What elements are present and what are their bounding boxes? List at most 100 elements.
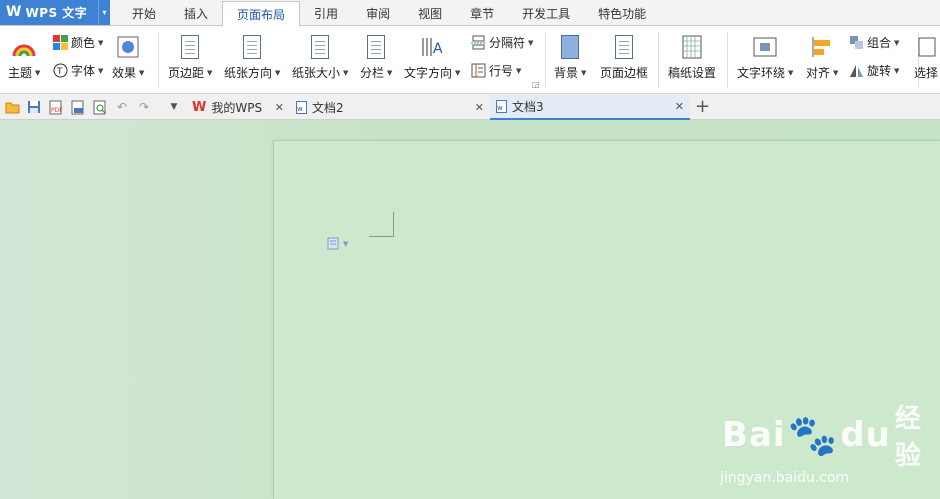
color-label: 颜色 (71, 36, 96, 50)
doc-tab-label: 我的WPS (211, 101, 263, 115)
align-icon (809, 32, 835, 62)
menu-bar: W WPS 文字 ▾ 开始 插入 页面布局 引用 审阅 视图 章节 开发工具 特… (0, 0, 940, 26)
group-button[interactable]: 组合 ▼ (848, 34, 899, 51)
app-menu-dropdown-icon[interactable]: ▾ (98, 0, 110, 25)
save-icon[interactable] (26, 99, 42, 115)
text-direction-button[interactable]: A 文字方向 ▼ (404, 32, 460, 81)
chevron-down-icon: ▼ (894, 66, 900, 75)
tab-view[interactable]: 视图 (404, 1, 456, 25)
chevron-down-icon: ▼ (833, 68, 839, 77)
group-label: 组合 (867, 36, 892, 50)
manuscript-grid-icon (679, 32, 705, 62)
effect-label: 效果 (112, 66, 137, 80)
breaks-button[interactable]: 分隔符 ▼ (470, 34, 533, 51)
page-setup-dialog-launcher-icon[interactable]: ◲ (532, 80, 540, 89)
rotate-button[interactable]: 旋转 ▼ (848, 62, 899, 79)
page-margin-label: 页边距 (168, 66, 205, 80)
print-preview-icon[interactable] (92, 99, 108, 115)
tab-page-layout[interactable]: 页面布局 (222, 1, 301, 26)
page-margin-icon (177, 32, 203, 62)
chevron-down-icon: ▼ (387, 68, 393, 77)
chevron-down-icon: ▼ (98, 66, 104, 75)
chevron-down-icon: ▼ (516, 66, 522, 75)
ribbon: 主题 ▼ 颜色 ▼ T 字体 ▼ 效果 ▼ 页边距 ▼ 纸张方向 ▼ 纸张大小 ▼ (0, 26, 940, 94)
paragraph-layout-icon[interactable]: ▼ (327, 237, 348, 250)
select-button[interactable]: 选择 (913, 32, 939, 81)
doc-tab-my-wps[interactable]: W 我的WPS ✕ (186, 95, 290, 120)
watermark-brand-bai: Bai (722, 415, 786, 455)
export-pdf-icon[interactable]: PDF (48, 99, 64, 115)
open-folder-icon[interactable] (4, 99, 20, 115)
wrap-text-label: 文字环绕 (737, 66, 786, 80)
background-button[interactable]: 背景 ▼ (554, 32, 586, 81)
close-icon[interactable]: ✕ (275, 101, 284, 114)
tab-home[interactable]: 开始 (118, 1, 170, 25)
close-icon[interactable]: ✕ (475, 101, 484, 114)
align-label: 对齐 (806, 66, 831, 80)
svg-text:PDF: PDF (51, 107, 63, 114)
tab-references[interactable]: 引用 (300, 1, 352, 25)
color-button[interactable]: 颜色 ▼ (52, 34, 103, 51)
tab-developer[interactable]: 开发工具 (508, 1, 584, 25)
paper-size-label: 纸张大小 (292, 66, 341, 80)
text-direction-icon: A (419, 32, 445, 62)
chevron-down-icon: ▼ (343, 239, 349, 248)
wrap-text-button[interactable]: 文字环绕 ▼ (737, 32, 793, 81)
doc-tab-doc2[interactable]: w 文档2 ✕ (290, 95, 490, 120)
manuscript-settings-label: 稿纸设置 (668, 66, 717, 80)
effect-circle-icon (115, 32, 141, 62)
background-label: 背景 (554, 66, 579, 80)
page-margin-button[interactable]: 页边距 ▼ (168, 32, 212, 81)
orientation-button[interactable]: 纸张方向 ▼ (224, 32, 280, 81)
tab-insert[interactable]: 插入 (170, 1, 222, 25)
tab-section[interactable]: 章节 (456, 1, 508, 25)
chevron-down-icon: ▼ (528, 38, 534, 47)
wps-logo-icon: W (6, 4, 22, 20)
svg-text:T: T (56, 67, 63, 77)
doc-tab-label: 文档3 (512, 100, 544, 114)
watermark-brand-du: du (840, 415, 891, 455)
font-t-icon: T (52, 63, 68, 79)
paper-size-button[interactable]: 纸张大小 ▼ (292, 32, 348, 81)
doc-tab-doc3[interactable]: w 文档3 ✕ (490, 95, 690, 120)
undo-icon[interactable]: ↶ (114, 99, 130, 115)
group-objects-icon (848, 35, 864, 51)
select-label: 选择 (913, 66, 938, 80)
tab-review[interactable]: 审阅 (352, 1, 404, 25)
paw-icon: 🐾 (787, 412, 839, 459)
rotate-icon (848, 63, 864, 79)
manuscript-settings-button[interactable]: 稿纸设置 (668, 32, 716, 81)
font-label: 字体 (71, 64, 96, 78)
document-icon: w (496, 100, 507, 113)
tab-special[interactable]: 特色功能 (584, 1, 660, 25)
ribbon-separator (727, 32, 728, 88)
wrap-text-icon (752, 32, 778, 62)
page-break-icon (470, 35, 486, 51)
chevron-down-icon: ▼ (788, 68, 794, 77)
orientation-label: 纸张方向 (224, 66, 273, 80)
align-button[interactable]: 对齐 ▼ (806, 32, 838, 81)
chevron-down-icon: ▼ (98, 38, 104, 47)
line-numbers-label: 行号 (489, 64, 514, 78)
font-button[interactable]: T 字体 ▼ (52, 62, 103, 79)
baidu-jingyan-watermark: Bai 🐾 du 经验 jingyan.baidu.com (720, 398, 940, 486)
redo-icon[interactable]: ↷ (136, 99, 152, 115)
breaks-label: 分隔符 (489, 36, 526, 50)
line-numbers-icon (470, 63, 486, 79)
menu-tabs: 开始 插入 页面布局 引用 审阅 视图 章节 开发工具 特色功能 (118, 1, 660, 26)
app-menu-button[interactable]: W WPS 文字 ▾ (0, 0, 110, 25)
new-tab-plus-icon[interactable]: + (695, 96, 710, 117)
page-margin-corner-mark (369, 212, 394, 237)
print-icon[interactable] (70, 99, 86, 115)
columns-button[interactable]: 分栏 ▼ (360, 32, 392, 81)
palette-icon (52, 35, 68, 51)
chevron-down-icon: ▼ (275, 68, 281, 77)
page-border-button[interactable]: 页面边框 (600, 32, 648, 81)
effect-button[interactable]: 效果 ▼ (112, 32, 144, 81)
chevron-down-icon[interactable]: ▼ (166, 99, 182, 115)
svg-text:A: A (433, 41, 443, 57)
theme-button[interactable]: 主题 ▼ (8, 32, 40, 81)
close-icon[interactable]: ✕ (675, 100, 684, 113)
text-direction-label: 文字方向 (404, 66, 453, 80)
line-numbers-button[interactable]: 行号 ▼ (470, 62, 521, 79)
